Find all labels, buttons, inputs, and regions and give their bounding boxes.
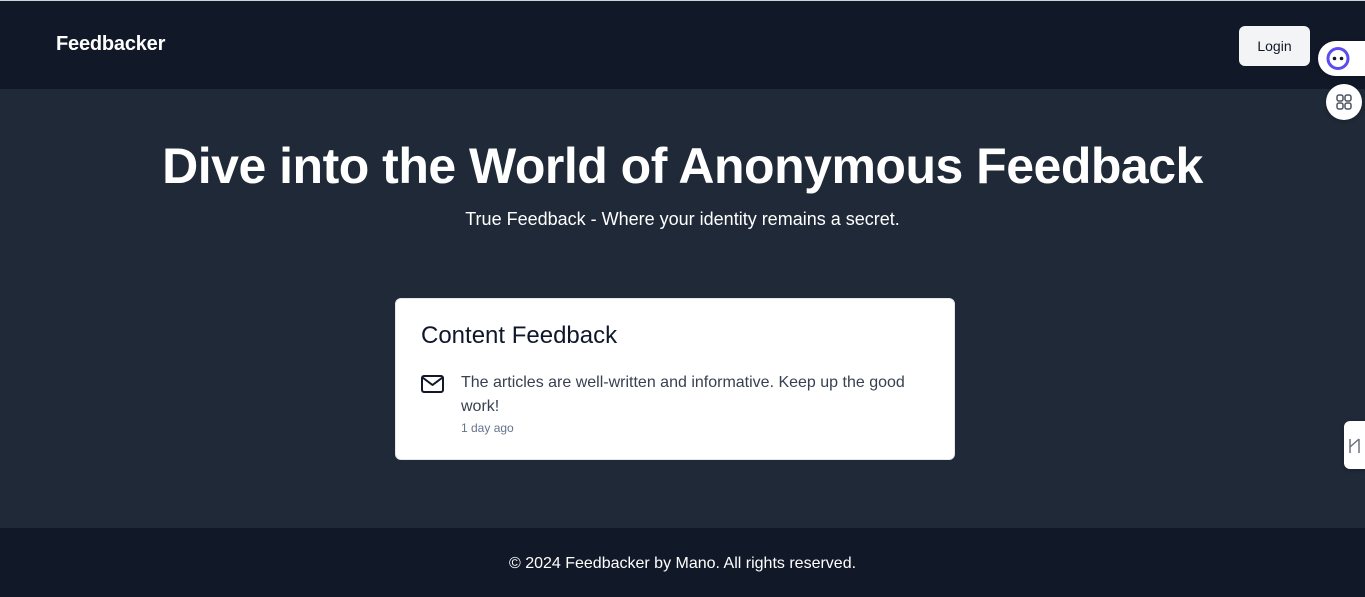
login-button[interactable]: Login (1239, 26, 1310, 66)
assistant-face-icon (1326, 47, 1350, 70)
apps-widget-button[interactable] (1326, 84, 1362, 120)
feedback-message: The articles are well-written and inform… (461, 374, 905, 415)
apps-grid-icon (1336, 94, 1352, 110)
mail-icon (421, 375, 444, 393)
feedback-timestamp: 1 day ago (461, 421, 514, 435)
assistant-widget-button[interactable] (1318, 41, 1365, 76)
footer: © 2024 Feedbacker by Mano. All rights re… (0, 528, 1365, 597)
hero-section: Dive into the World of Anonymous Feedbac… (0, 89, 1365, 528)
feedback-card: Content Feedback The articles are well-w… (395, 298, 955, 460)
hero-subtitle: True Feedback - Where your identity rema… (465, 209, 900, 229)
brand-logo[interactable]: Feedbacker (56, 33, 165, 56)
hero-title: Dive into the World of Anonymous Feedbac… (162, 138, 1203, 194)
card-title: Content Feedback (421, 322, 618, 349)
side-tab-icon (1349, 438, 1360, 453)
top-navbar: Feedbacker Login (0, 0, 1365, 89)
footer-copyright: © 2024 Feedbacker by Mano. All rights re… (508, 555, 857, 572)
page: Feedbacker Login Dive into the World of … (0, 0, 1365, 597)
side-panel-tab[interactable] (1344, 421, 1365, 469)
